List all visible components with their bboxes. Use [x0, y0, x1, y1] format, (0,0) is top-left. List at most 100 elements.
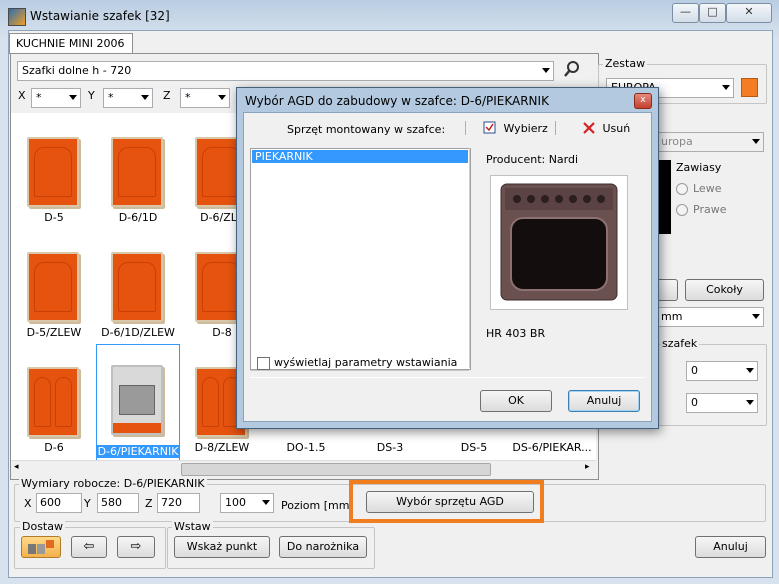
cancel-button[interactable]: Anuluj — [568, 390, 640, 412]
producer-label: Producent: Nardi — [486, 153, 579, 166]
dostaw-toggle-button[interactable] — [21, 536, 61, 558]
close-button[interactable]: ✕ — [726, 3, 772, 23]
cabinet-thumbnail — [27, 367, 79, 437]
europa-value: uropa — [661, 135, 693, 148]
params-checkbox-label: wyświetlaj parametry wstawiania — [274, 356, 458, 369]
params-checkbox[interactable] — [257, 357, 270, 370]
dim-z-label: Z — [145, 497, 153, 510]
oven-image — [500, 183, 618, 301]
category-select[interactable]: Szafki dolne h - 720 — [17, 61, 554, 81]
dim-y-label: Y — [84, 497, 91, 510]
x-filter-select[interactable]: * — [31, 88, 81, 108]
europa-select[interactable]: uropa — [656, 132, 764, 152]
list-header: Sprzęt montowany w szafce: — [287, 123, 446, 136]
arrow-right-button[interactable]: ⇨ — [117, 536, 155, 558]
horizontal-scrollbar[interactable]: ◂ ▸ — [11, 460, 596, 477]
list-item-selected[interactable]: PIEKARNIK — [252, 150, 468, 163]
lewe-radio[interactable] — [676, 183, 688, 195]
choose-icon — [483, 121, 496, 134]
prawe-radio[interactable] — [676, 204, 688, 216]
calendar-icon[interactable] — [741, 78, 758, 97]
hidden-button[interactable] — [656, 279, 678, 301]
cabinet-name: DS-6/PIEKAR... — [512, 441, 592, 454]
dostaw-title: Dostaw — [20, 520, 65, 533]
chevron-down-icon — [69, 95, 77, 100]
cabinet-name: D-6 — [44, 441, 64, 454]
chevron-down-icon — [746, 400, 754, 405]
z-filter-select[interactable]: * — [180, 88, 230, 108]
cabinet-item[interactable]: D-6 — [13, 353, 95, 460]
value-1: 0 — [691, 364, 698, 377]
chevron-down-icon — [218, 95, 226, 100]
chevron-down-icon — [542, 68, 550, 73]
dim-y-input[interactable]: 580 — [97, 493, 139, 513]
chevron-down-icon — [722, 85, 730, 90]
dim-x-input[interactable]: 600 — [36, 493, 82, 513]
x-filter-label: X — [18, 89, 26, 102]
cabinet-name: DS-5 — [460, 441, 488, 454]
cabinet-thumbnail — [111, 365, 163, 435]
chevron-down-icon — [752, 139, 760, 144]
value-select-1[interactable]: 0 — [686, 361, 758, 381]
remove-label: Usuń — [602, 122, 631, 135]
cabinet-item[interactable]: D-6/1D/ZLEW — [97, 238, 179, 352]
minimize-button[interactable]: — — [672, 3, 699, 23]
agd-select-button[interactable]: Wybór sprzętu AGD — [366, 491, 534, 513]
cabinet-thumbnail — [27, 252, 79, 322]
delete-x-icon — [583, 122, 595, 134]
search-icon[interactable] — [563, 60, 581, 78]
cabinet-item[interactable]: D-5 — [13, 123, 95, 237]
choose-button[interactable]: Wybierz — [483, 121, 548, 137]
mm-select[interactable]: mm — [656, 307, 764, 327]
cabinet-name: DS-3 — [376, 441, 404, 454]
lewe-label: Lewe — [693, 182, 722, 195]
cabinet-name: D-8/ZLEW — [194, 441, 250, 454]
ok-button[interactable]: OK — [480, 390, 552, 412]
cancel-main-button[interactable]: Anuluj — [695, 536, 766, 558]
chevron-down-icon — [746, 368, 754, 373]
zestaw-title: Zestaw — [603, 57, 648, 70]
cabinet-name: D-5/ZLEW — [26, 326, 82, 339]
arrow-left-button[interactable]: ⇦ — [71, 536, 107, 558]
cabinet-name: D-6/PIEKARNIK — [97, 445, 179, 458]
wskaz-punkt-button[interactable]: Wskaż punkt — [174, 536, 270, 558]
chevron-down-icon — [262, 500, 270, 505]
cabinet-item[interactable]: D-6/1D — [97, 123, 179, 237]
divider — [465, 121, 466, 135]
maximize-button[interactable]: □ — [699, 3, 726, 23]
scrollbar-thumb[interactable] — [181, 463, 491, 476]
cokoly-button[interactable]: Cokoły — [685, 279, 764, 301]
equipment-list[interactable]: PIEKARNIK — [250, 148, 471, 370]
szafek-group — [640, 344, 767, 426]
cabinet-thumbnail — [111, 137, 163, 207]
oven-image-frame — [490, 175, 628, 310]
prawe-label: Prawe — [693, 203, 727, 216]
level-value: 100 — [225, 496, 246, 509]
z-filter-label: Z — [163, 89, 171, 102]
choose-label: Wybierz — [503, 122, 548, 135]
cabinet-item-selected[interactable]: D-6/PIEKARNIK — [96, 344, 180, 460]
remove-button[interactable]: Usuń — [582, 121, 630, 137]
dialog-close-button[interactable]: x — [634, 93, 652, 109]
value-select-2[interactable]: 0 — [686, 393, 758, 413]
szafek-title: szafek — [660, 337, 700, 350]
cabinet-item[interactable]: D-5/ZLEW — [13, 238, 95, 352]
dim-z-input[interactable]: 720 — [157, 493, 200, 513]
scroll-right-icon[interactable]: ▸ — [585, 462, 590, 472]
dialog-title: Wybór AGD do zabudowy w szafce: D-6/PIEK… — [245, 94, 549, 108]
dialog-body: Sprzęt montowany w szafce: Wybierz Usuń … — [243, 112, 652, 422]
y-filter-label: Y — [88, 89, 95, 102]
chevron-down-icon — [752, 314, 760, 319]
agd-dialog: Wybór AGD do zabudowy w szafce: D-6/PIEK… — [236, 87, 659, 429]
scroll-left-icon[interactable]: ◂ — [14, 462, 19, 472]
level-select[interactable]: 100 — [220, 493, 274, 513]
z-filter-value: * — [185, 91, 191, 104]
cabinet-thumbnail — [111, 252, 163, 322]
dims-title: Wymiary robocze: D-6/PIEKARNIK — [19, 477, 207, 490]
cabinet-thumbnail — [27, 137, 79, 207]
do-naroznika-button[interactable]: Do narożnika — [279, 536, 367, 558]
y-filter-select[interactable]: * — [103, 88, 153, 108]
tab-kuchnie-mini[interactable]: KUCHNIE MINI 2006 — [9, 33, 133, 54]
category-value: Szafki dolne h - 720 — [22, 64, 132, 77]
cabinet-name: D-5 — [44, 211, 64, 224]
